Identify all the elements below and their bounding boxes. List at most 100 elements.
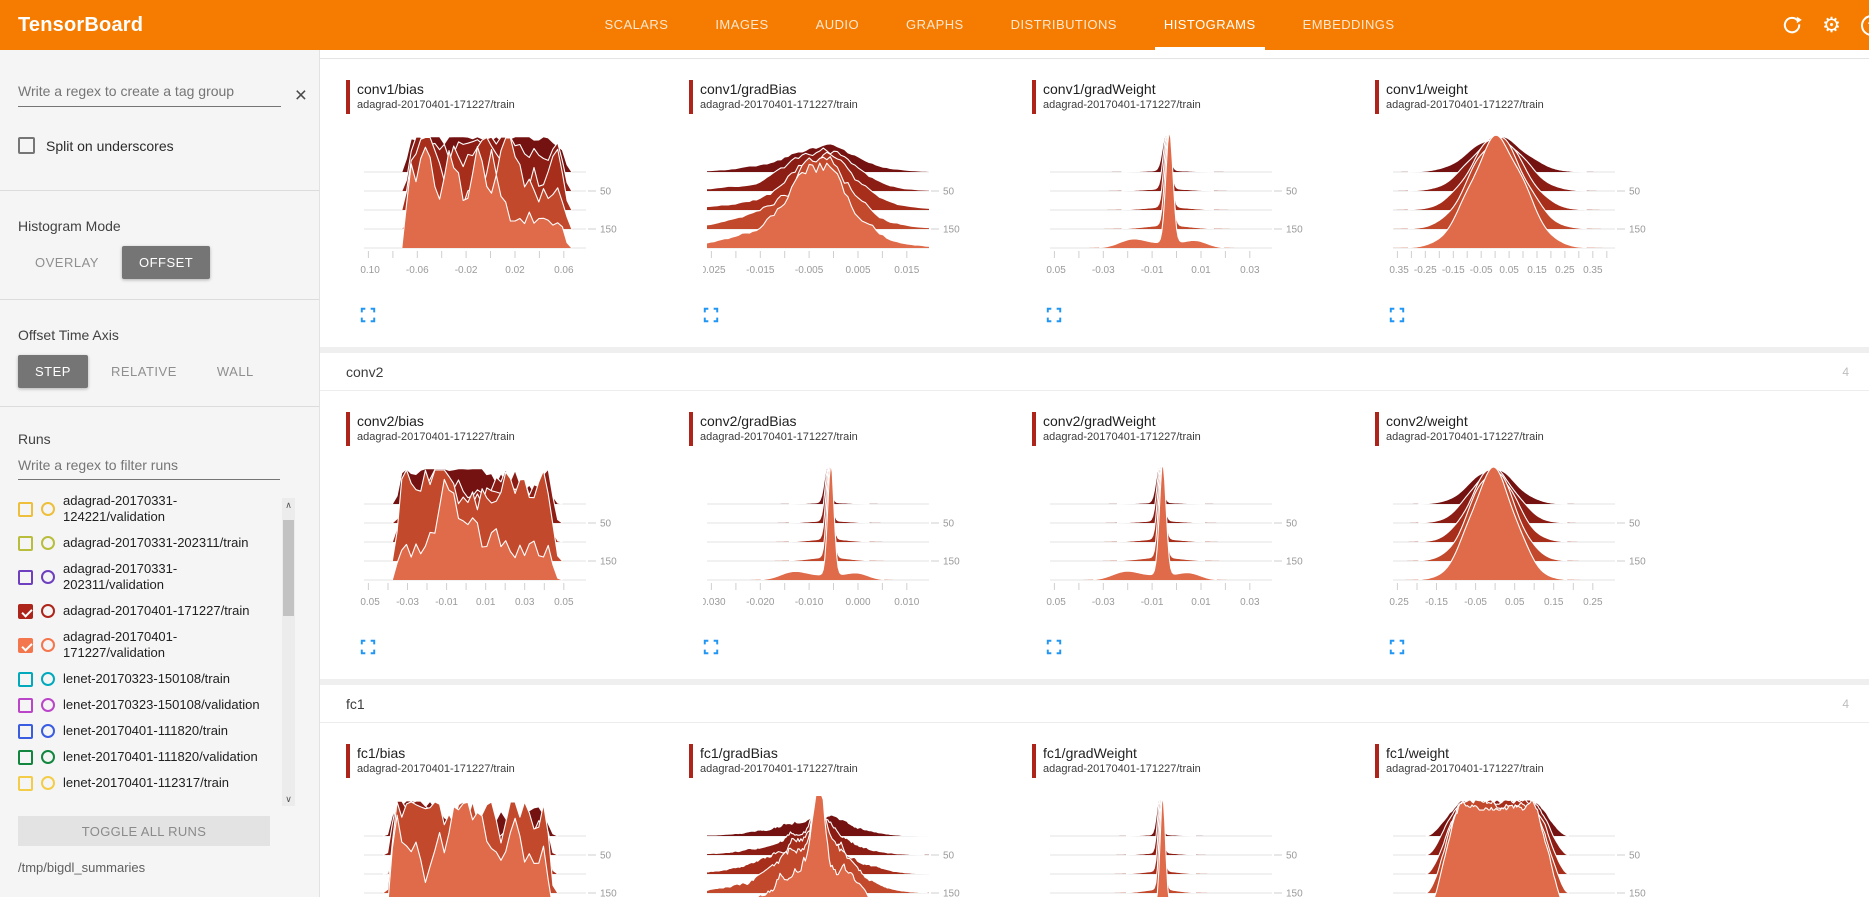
- section-header-conv2[interactable]: conv24: [320, 353, 1869, 391]
- svg-text:50: 50: [1286, 187, 1298, 198]
- section-conv2: conv24 conv2/bias adagrad-20170401-17122…: [320, 353, 1869, 679]
- histogram-mode-overlay-button[interactable]: OVERLAY: [18, 246, 116, 279]
- chart-run-label: adagrad-20170401-171227/train: [1043, 98, 1201, 112]
- chart-title: conv2/gradBias: [700, 412, 858, 430]
- run-color-circle-icon[interactable]: [41, 698, 55, 712]
- svg-text:150: 150: [1629, 889, 1646, 897]
- tab-graphs[interactable]: GRAPHS: [906, 0, 964, 50]
- chart-title: conv2/bias: [357, 412, 515, 430]
- run-color-circle-icon[interactable]: [41, 604, 55, 618]
- histogram-chart: 50150-0.05-0.03-0.010.010.03: [1046, 124, 1353, 295]
- expand-chart-button[interactable]: [703, 639, 719, 655]
- run-color-circle-icon[interactable]: [41, 776, 55, 790]
- tab-images[interactable]: IMAGES: [715, 0, 768, 50]
- svg-text:0.000: 0.000: [845, 597, 870, 608]
- offset-axis-wall-button[interactable]: WALL: [200, 355, 271, 388]
- runs-filter-input[interactable]: [18, 451, 280, 480]
- run-row[interactable]: lenet-20170401-111820/train: [18, 718, 273, 744]
- run-checkbox[interactable]: [18, 570, 33, 585]
- tab-distributions[interactable]: DISTRIBUTIONS: [1011, 0, 1117, 50]
- run-row[interactable]: lenet-20170323-150108/train: [18, 666, 273, 692]
- run-color-circle-icon[interactable]: [41, 750, 55, 764]
- expand-chart-button[interactable]: [1389, 639, 1405, 655]
- chart-title: conv2/gradWeight: [1043, 412, 1201, 430]
- svg-text:50: 50: [1629, 519, 1641, 530]
- run-color-circle-icon[interactable]: [41, 672, 55, 686]
- tag-filter-row: ×: [18, 83, 307, 107]
- run-checkbox[interactable]: [18, 672, 33, 687]
- run-color-circle-icon[interactable]: [41, 724, 55, 738]
- expand-chart-button[interactable]: [1389, 307, 1405, 323]
- expand-chart-button[interactable]: [1046, 639, 1062, 655]
- svg-text:0.01: 0.01: [1191, 597, 1211, 608]
- expand-chart-button[interactable]: [703, 307, 719, 323]
- run-checkbox[interactable]: [18, 776, 33, 791]
- run-row[interactable]: lenet-20170401-111820/validation: [18, 744, 273, 770]
- sections: conv1/bias adagrad-20170401-171227/train…: [320, 59, 1869, 897]
- divider: [0, 299, 319, 300]
- run-color-circle-icon[interactable]: [41, 638, 55, 652]
- run-checkbox[interactable]: [18, 638, 33, 653]
- histogram-card: fc1/bias adagrad-20170401-171227/train 5…: [346, 744, 667, 897]
- expand-chart-button[interactable]: [360, 307, 376, 323]
- svg-text:-0.02: -0.02: [455, 265, 478, 276]
- run-row[interactable]: adagrad-20170331-124221/validation: [18, 488, 273, 530]
- run-color-bar: [1032, 744, 1036, 778]
- run-row[interactable]: lenet-20170323-150108/validation: [18, 692, 273, 718]
- fullscreen-icon: [360, 639, 376, 655]
- run-row[interactable]: adagrad-20170331-202311/validation: [18, 556, 273, 598]
- expand-chart-button[interactable]: [1046, 307, 1062, 323]
- run-checkbox[interactable]: [18, 604, 33, 619]
- run-row[interactable]: adagrad-20170401-171227/train: [18, 598, 273, 624]
- run-row[interactable]: adagrad-20170331-202311/train: [18, 530, 273, 556]
- run-checkbox[interactable]: [18, 502, 33, 517]
- svg-text:0.03: 0.03: [515, 597, 535, 608]
- run-color-bar: [346, 80, 350, 114]
- histogram-card: fc1/gradWeight adagrad-20170401-171227/t…: [1032, 744, 1353, 897]
- histogram-card: conv1/bias adagrad-20170401-171227/train…: [346, 80, 667, 323]
- app-body: × Split on underscores Histogram Mode OV…: [0, 50, 1869, 897]
- card-titles: conv1/gradWeight adagrad-20170401-171227…: [1043, 80, 1201, 114]
- scroll-down-icon[interactable]: ∨: [282, 792, 295, 806]
- fullscreen-icon: [1389, 307, 1405, 323]
- tag-filter-input[interactable]: [18, 83, 281, 107]
- split-underscores-checkbox[interactable]: [18, 137, 35, 154]
- chart-run-label: adagrad-20170401-171227/train: [1386, 430, 1544, 444]
- svg-text:-0.03: -0.03: [1092, 265, 1115, 276]
- settings-icon[interactable]: ⚙: [1822, 15, 1841, 36]
- refresh-icon[interactable]: [1782, 15, 1802, 35]
- expand-chart-button[interactable]: [360, 639, 376, 655]
- run-color-circle-icon[interactable]: [41, 502, 55, 516]
- section-header-fc1[interactable]: fc14: [320, 685, 1869, 723]
- run-color-bar: [689, 412, 693, 446]
- svg-text:-0.030: -0.030: [703, 597, 726, 608]
- runs-scrollbar[interactable]: ∧ ∨: [282, 498, 295, 806]
- scroll-up-icon[interactable]: ∧: [282, 498, 295, 512]
- run-checkbox[interactable]: [18, 698, 33, 713]
- svg-text:50: 50: [1629, 851, 1641, 862]
- scrollbar-thumb[interactable]: [283, 520, 294, 616]
- card-titles: conv1/gradBias adagrad-20170401-171227/t…: [700, 80, 858, 114]
- run-row[interactable]: adagrad-20170401-171227/validation: [18, 624, 273, 666]
- clear-tag-filter-button[interactable]: ×: [295, 85, 307, 106]
- tab-audio[interactable]: AUDIO: [816, 0, 859, 50]
- toggle-all-runs-button[interactable]: TOGGLE ALL RUNS: [18, 816, 270, 846]
- offset-axis-step-button[interactable]: STEP: [18, 355, 88, 388]
- tab-scalars[interactable]: SCALARS: [605, 0, 669, 50]
- chart-run-label: adagrad-20170401-171227/train: [1043, 430, 1201, 444]
- tab-embeddings[interactable]: EMBEDDINGS: [1303, 0, 1395, 50]
- run-row[interactable]: lenet-20170401-112317/train: [18, 770, 273, 796]
- tab-histograms[interactable]: HISTOGRAMS: [1164, 0, 1256, 50]
- run-checkbox[interactable]: [18, 750, 33, 765]
- sidebar: × Split on underscores Histogram Mode OV…: [0, 50, 320, 897]
- run-checkbox[interactable]: [18, 536, 33, 551]
- run-color-circle-icon[interactable]: [41, 536, 55, 550]
- run-checkbox[interactable]: [18, 724, 33, 739]
- histogram-mode-offset-button[interactable]: OFFSET: [122, 246, 210, 279]
- run-color-circle-icon[interactable]: [41, 570, 55, 584]
- offset-axis-relative-button[interactable]: RELATIVE: [94, 355, 194, 388]
- help-icon[interactable]: ?: [1861, 15, 1869, 36]
- run-name: adagrad-20170401-171227/train: [63, 603, 250, 619]
- svg-text:50: 50: [943, 187, 955, 198]
- card-header: conv1/gradBias adagrad-20170401-171227/t…: [689, 80, 1010, 114]
